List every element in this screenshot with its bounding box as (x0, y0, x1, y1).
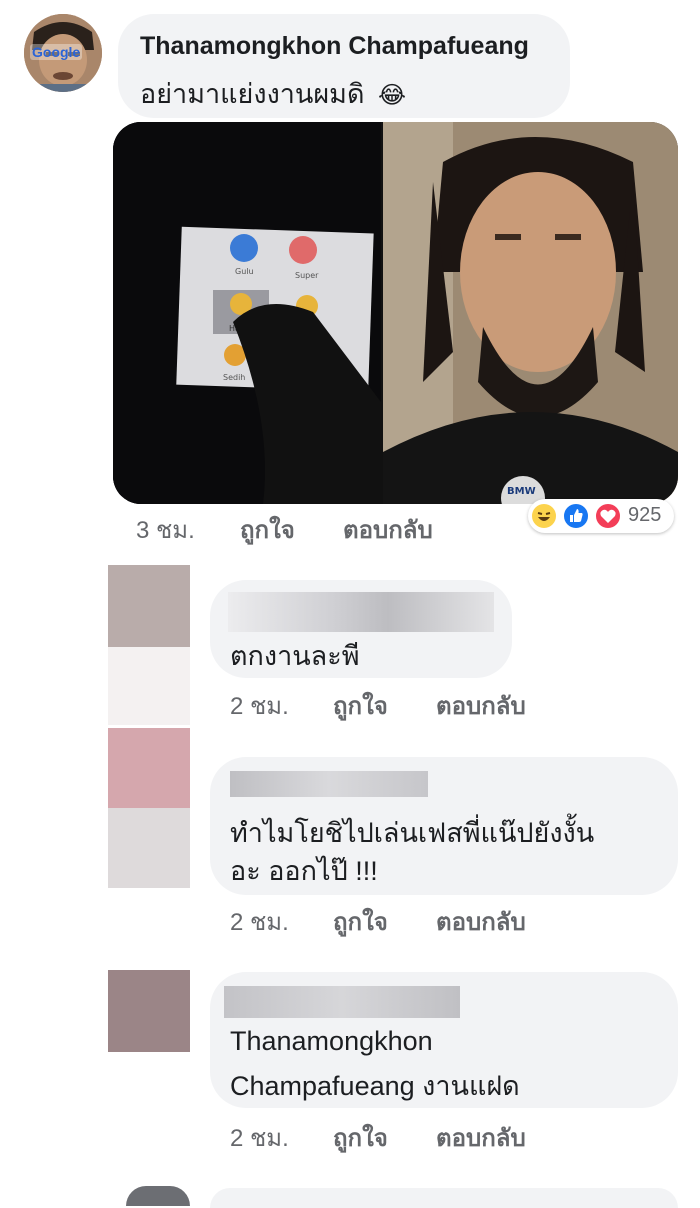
reaction-count: 925 (628, 504, 662, 526)
comment-text: อย่ามาแย่งงานผมดิ (140, 79, 365, 109)
reply-text-line1: Thanamongkhon (230, 1026, 433, 1056)
screen-label: Gulu (235, 267, 254, 276)
like-link[interactable]: ถูกใจ (240, 510, 295, 549)
phone-screen-photo: Gulu Super Ha Sedih (113, 122, 381, 504)
reply-link[interactable]: ตอบกลับ (436, 686, 526, 725)
like-link[interactable]: ถูกใจ (333, 1118, 388, 1157)
haha-icon (530, 502, 558, 530)
reply-text-line2: อะ ออกไป๊ !!! (230, 856, 378, 886)
redacted-avatar (108, 970, 190, 1052)
redacted-avatar (108, 647, 190, 725)
reply-bubble: ตกงานละพี (210, 580, 512, 678)
reply-link[interactable]: ตอบกลับ (436, 902, 526, 941)
author-avatar[interactable]: Google (24, 14, 102, 92)
like-link[interactable]: ถูกใจ (333, 902, 388, 941)
reply-timestamp: 2 ชม. (230, 909, 289, 936)
redacted-avatar (108, 565, 190, 647)
redacted-name (224, 986, 460, 1018)
comment-timestamp: 3 ชม. (136, 517, 195, 544)
reply-text-line2: Champafueang งานแฝด (230, 1071, 520, 1101)
reply-text: ตกงานละพี (230, 641, 360, 671)
reaction-summary[interactable]: 925 (528, 499, 674, 533)
reply-link[interactable]: ตอบกลับ (343, 510, 433, 549)
shirt-logo: BMW (507, 486, 536, 497)
selfie-photo: BMW (383, 122, 678, 504)
reply-text-line1: ทำไมโยชิไปเล่นเฟสพี่แน๊ปยังงั้น (230, 818, 595, 848)
reply-bubble: ทำไมโยชิไปเล่นเฟสพี่แน๊ปยังงั้น อะ ออกไป… (210, 757, 678, 895)
laughing-emoji-icon: 😂 (378, 81, 407, 109)
love-icon (594, 502, 622, 530)
redacted-name (228, 592, 494, 632)
reply-timestamp: 2 ชม. (230, 693, 289, 720)
reply-timestamp: 2 ชม. (230, 1125, 289, 1152)
next-bubble-partial (210, 1188, 678, 1208)
redacted-avatar (108, 808, 190, 888)
next-avatar-partial (126, 1186, 190, 1206)
like-link[interactable]: ถูกใจ (333, 686, 388, 725)
google-badge: Google (30, 44, 83, 60)
comment-bubble: Thanamongkhon Champafueang อย่ามาแย่งงาน… (118, 14, 570, 118)
comment-photo[interactable]: Gulu Super Ha Sedih BMW (113, 122, 678, 504)
like-icon (562, 502, 590, 530)
redacted-name (230, 771, 428, 797)
reply-link[interactable]: ตอบกลับ (436, 1118, 526, 1157)
screen-label: Super (295, 271, 319, 280)
redacted-avatar (108, 728, 190, 808)
comment-author[interactable]: Thanamongkhon Champafueang (140, 32, 529, 61)
reply-bubble: Thanamongkhon Champafueang งานแฝด (210, 972, 678, 1108)
screen-label: Sedih (223, 373, 245, 382)
